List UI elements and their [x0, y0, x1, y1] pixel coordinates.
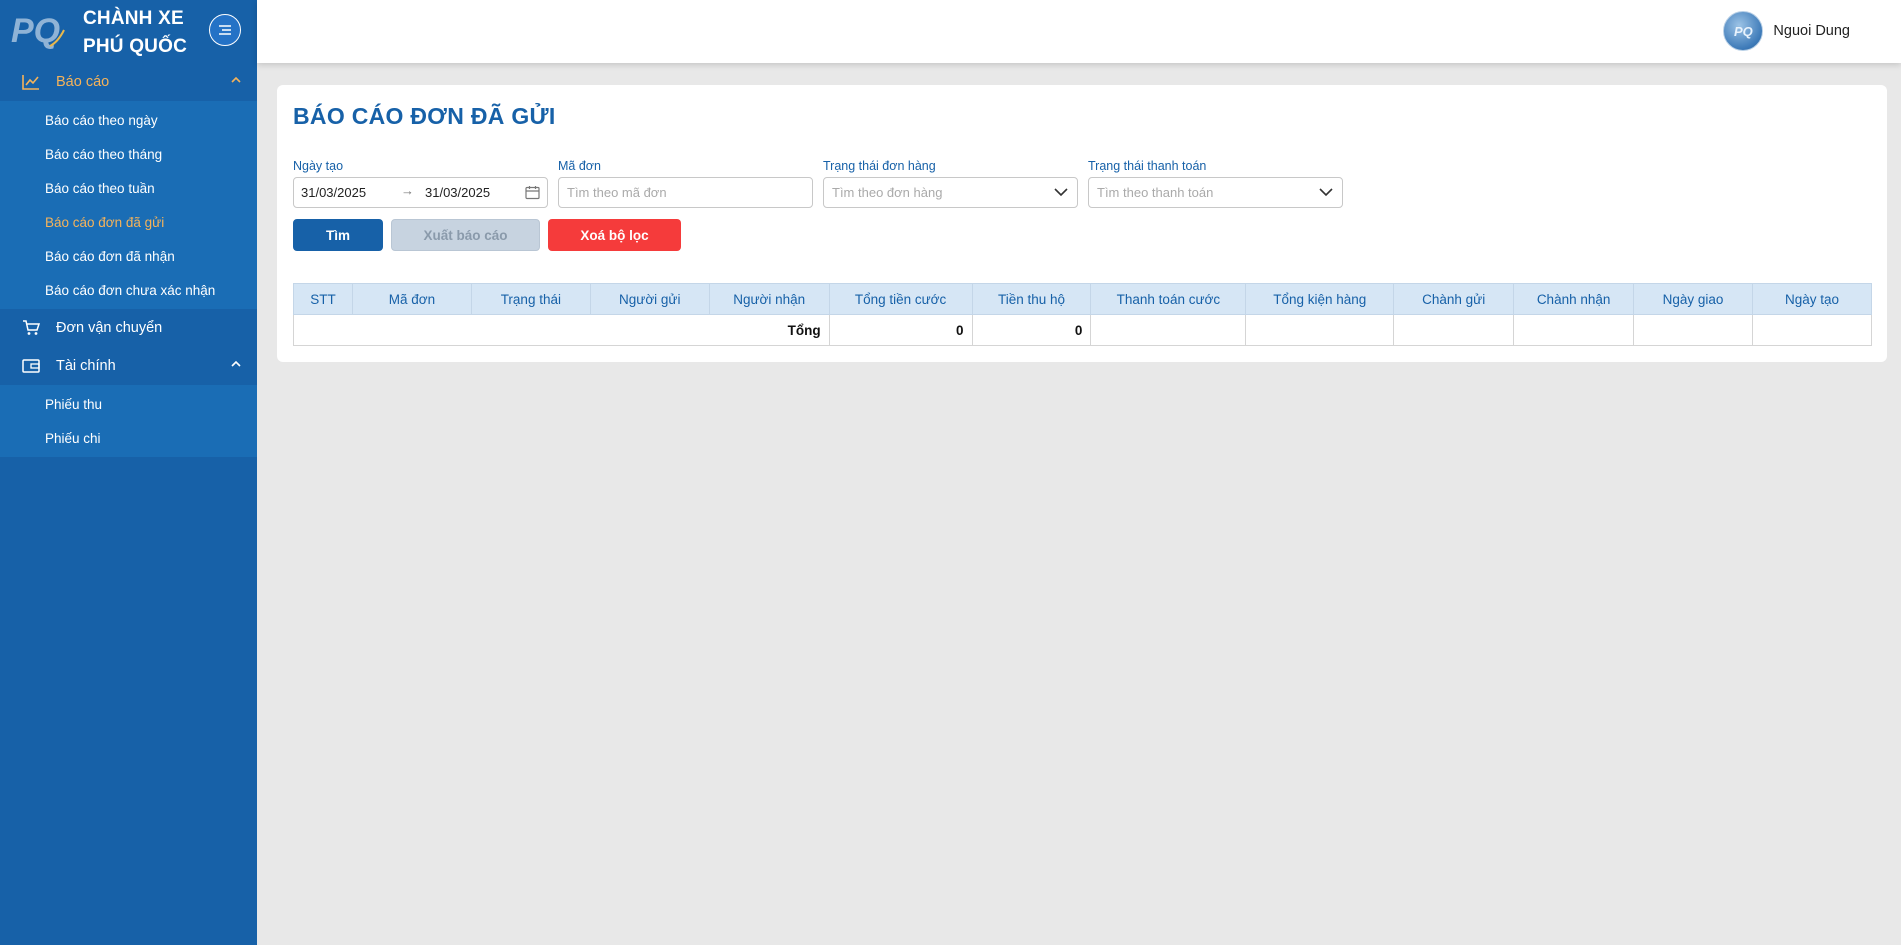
date-to[interactable]: 31/03/2025 [425, 185, 490, 200]
menu-don-van-chuyen-label: Đơn vận chuyển [56, 320, 163, 336]
submenu-tai-chinh: Phiếu thu Phiếu chi [0, 385, 257, 457]
cart-icon [20, 317, 42, 339]
sidebar-item-bao-cao-don-da-gui[interactable]: Báo cáo đơn đã gửi [0, 205, 257, 239]
chevron-down-icon [1319, 188, 1333, 197]
date-range-picker[interactable]: 31/03/2025 → 31/03/2025 [293, 177, 548, 208]
sidebar-item-bao-cao-theo-tuan[interactable]: Báo cáo theo tuần [0, 171, 257, 205]
brand-line2: PHÚ QUỐC [83, 36, 187, 57]
column-header[interactable]: Tiền thu hộ [971, 283, 1092, 315]
table-header-row: STT Mã đơn Trạng thái Người gửi Người nh… [293, 283, 1873, 315]
sidebar-item-bao-cao-don-da-nhan[interactable]: Báo cáo đơn đã nhận [0, 239, 257, 273]
menu-group-tai-chinh: Tài chính Phiếu thu Phiếu chi [0, 347, 257, 457]
column-header[interactable]: Mã đơn [351, 283, 472, 315]
sidebar-item-phieu-chi[interactable]: Phiếu chi [0, 421, 257, 455]
arrow-right-icon: → [401, 183, 414, 198]
search-button[interactable]: Tìm [293, 219, 383, 251]
date-from[interactable]: 31/03/2025 [301, 185, 366, 200]
brand-line1: CHÀNH XE [83, 8, 184, 29]
column-header[interactable]: Ngày giao [1633, 283, 1753, 315]
report-table: STT Mã đơn Trạng thái Người gửi Người nh… [293, 283, 1873, 346]
page-title: BÁO CÁO ĐƠN ĐÃ GỬI [293, 103, 556, 129]
chevron-down-icon [1054, 188, 1068, 197]
column-header[interactable]: Ngày tạo [1751, 283, 1873, 315]
calendar-icon [525, 186, 540, 200]
submenu-bao-cao: Báo cáo theo ngày Báo cáo theo tháng Báo… [0, 101, 257, 309]
menu-tai-chinh[interactable]: Tài chính [0, 347, 257, 385]
order-status-label: Trạng thái đơn hàng [823, 159, 936, 173]
column-header[interactable]: Thanh toán cước [1090, 283, 1247, 315]
user-name: Nguoi Dung [1773, 23, 1850, 39]
user-menu[interactable]: PQ Nguoi Dung [1723, 11, 1850, 51]
menu-group-bao-cao: Báo cáo Báo cáo theo ngày Báo cáo theo t… [0, 63, 257, 309]
code-label: Mã đơn [558, 159, 601, 173]
chevron-up-icon [231, 360, 241, 367]
table-cell [1245, 314, 1395, 346]
wallet-icon [20, 355, 42, 377]
menu-group-don-van-chuyen: Đơn vận chuyển [0, 309, 257, 347]
menu-tai-chinh-label: Tài chính [56, 358, 116, 374]
brand-title: CHÀNH XE PHÚ QUỐC [83, 5, 187, 61]
export-report-button[interactable]: Xuất báo cáo [391, 219, 540, 251]
table-cell [1513, 314, 1635, 346]
payment-status-select[interactable]: Tìm theo thanh toán [1088, 177, 1343, 208]
order-code-input[interactable]: Tìm theo mã đơn [558, 177, 813, 208]
column-header[interactable]: Trạng thái [470, 283, 591, 315]
column-header[interactable]: Tổng kiện hàng [1245, 283, 1395, 315]
menu-bao-cao-label: Báo cáo [56, 74, 110, 90]
sidebar: PQ CHÀNH XE PHÚ QUỐC Báo cáo Báo cáo the… [0, 0, 257, 945]
sidebar-item-bao-cao-don-chua-xac-nhan[interactable]: Báo cáo đơn chưa xác nhận [0, 273, 257, 307]
total-label: Tổng [293, 314, 830, 346]
avatar: PQ [1723, 11, 1764, 51]
column-header[interactable]: Chành gửi [1393, 283, 1515, 315]
report-card: BÁO CÁO ĐƠN ĐÃ GỬI Ngày tạo 31/03/2025 →… [277, 85, 1887, 362]
table-cell [1633, 314, 1753, 346]
order-status-placeholder: Tìm theo đơn hàng [832, 185, 943, 200]
date-label: Ngày tạo [293, 159, 344, 173]
table-total-row: Tổng 0 0 [293, 314, 1873, 346]
menu-bao-cao[interactable]: Báo cáo [0, 63, 257, 101]
total-cod-value: 0 [971, 314, 1092, 346]
chevron-up-icon [231, 76, 241, 83]
table-cell [1751, 314, 1873, 346]
top-header: PQ Nguoi Dung [257, 0, 1901, 63]
sidebar-item-bao-cao-theo-ngay[interactable]: Báo cáo theo ngày [0, 103, 257, 137]
line-chart-icon [20, 71, 42, 93]
payment-status-placeholder: Tìm theo thanh toán [1097, 185, 1214, 200]
menu-don-van-chuyen[interactable]: Đơn vận chuyển [0, 309, 257, 347]
logo: PQ [11, 12, 65, 50]
menu-toggle-button[interactable] [209, 14, 241, 46]
order-code-placeholder: Tìm theo mã đơn [567, 185, 667, 200]
menu-icon [219, 25, 231, 35]
column-header[interactable]: Chành nhận [1513, 283, 1635, 315]
clear-filters-button[interactable]: Xoá bộ lọc [548, 219, 681, 251]
payment-status-label: Trạng thái thanh toán [1088, 159, 1207, 173]
brand: PQ CHÀNH XE PHÚ QUỐC [0, 0, 257, 63]
table-cell [1393, 314, 1515, 346]
column-header[interactable]: Tổng tiền cước [828, 283, 973, 315]
total-fee-value: 0 [828, 314, 973, 346]
column-header[interactable]: Người gửi [589, 283, 710, 315]
column-header[interactable]: Người nhận [708, 283, 830, 315]
column-header[interactable]: STT [293, 283, 353, 315]
table-cell [1090, 314, 1247, 346]
sidebar-item-phieu-thu[interactable]: Phiếu thu [0, 387, 257, 421]
order-status-select[interactable]: Tìm theo đơn hàng [823, 177, 1078, 208]
sidebar-item-bao-cao-theo-thang[interactable]: Báo cáo theo tháng [0, 137, 257, 171]
